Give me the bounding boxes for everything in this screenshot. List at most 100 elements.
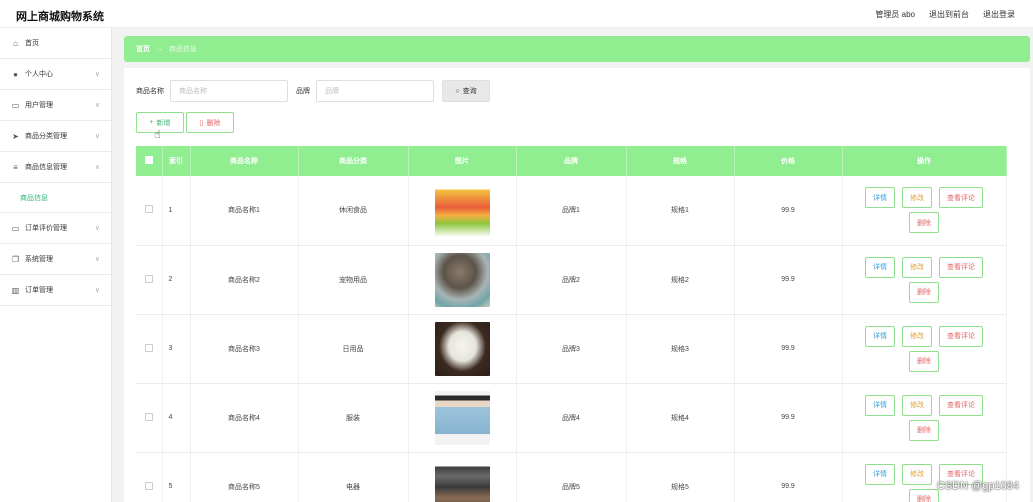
sidebar-item-label: 个人中心 [25,71,53,78]
exit-to-front-link[interactable]: 退出到前台 [929,9,969,20]
sidebar-item-product-management[interactable]: ≡ 商品信息管理 ∧ [0,152,111,183]
chevron-down-icon: ∨ [94,225,100,232]
product-name-input[interactable]: 商品名称 [170,80,288,102]
row-index: 2 [162,245,191,315]
row-price: 99.9 [734,176,843,246]
sidebar-subitem-label: 商品信息 [20,194,48,202]
row-category: 电器 [298,452,409,502]
column-header-spec[interactable]: 规格 [626,146,735,176]
sidebar-item-label: 订单管理 [25,287,53,294]
row-brand: 品牌1 [516,176,627,246]
search-button[interactable]: ○ 查询 [442,80,490,102]
select-all-cell[interactable] [136,146,163,176]
search-icon: ○ [455,87,460,95]
detail-button[interactable]: 详情 [865,463,895,485]
row-price: 99.9 [734,314,843,384]
chevron-down-icon: ∨ [94,133,100,140]
edit-button[interactable]: 修改 [902,463,932,485]
chevron-down-icon: ∨ [94,102,100,109]
row-index: 1 [162,176,191,246]
sidebar: ⌂ 首页 ● 个人中心 ∨ ▭ 用户管理 ∨ ➤ 商品分类管理 ∨ ≡ 商品信息… [0,28,112,502]
sidebar-item-order-management[interactable]: ▥ 订单管理 ∨ [0,275,111,306]
row-category: 宠物用品 [298,245,409,315]
sidebar-item-order-review-management[interactable]: ▭ 订单评价管理 ∨ [0,213,111,244]
row-product-name: 商品名称4 [190,383,299,453]
breadcrumb: 首页 → 商品信息 [124,36,1030,62]
sidebar-item-personal-center[interactable]: ● 个人中心 ∨ [0,59,111,90]
chevron-down-icon: ∨ [94,256,100,263]
delete-button[interactable]: 删除 [909,350,939,372]
row-index: 4 [162,383,191,453]
main-content: 首页 → 商品信息 商品名称 商品名称 品牌 品牌 ○ 查询 + 新增 ▯ 删除… [112,28,1033,502]
detail-button[interactable]: 详情 [865,325,895,347]
table-row: 4 商品名称4 服装 品牌4 规格4 99.9 详情 修改 查看评论 删除 [136,383,1007,453]
table-row: 1 商品名称1 休闲食品 品牌1 规格1 99.9 详情 修改 查看评论 删除 [136,176,1007,246]
select-all-checkbox[interactable] [144,156,153,164]
column-header-brand[interactable]: 品牌 [516,146,627,176]
row-spec: 规格1 [626,176,735,246]
column-header-name[interactable]: 商品名称 [190,146,299,176]
sidebar-item-system-management[interactable]: ❐ 系统管理 ∨ [0,244,111,275]
top-right-links: 管理员 abo 退出到前台 退出登录 [875,9,1015,20]
csdn-watermark: CSDN @gp1084 [936,480,1019,492]
row-brand: 品牌5 [516,452,627,502]
row-product-name: 商品名称1 [190,176,299,246]
row-checkbox[interactable] [144,481,153,490]
breadcrumb-home[interactable]: 首页 [136,44,150,54]
detail-button[interactable]: 详情 [865,187,895,209]
monitor-icon: ▭ [11,223,20,233]
row-category: 日用品 [298,314,409,384]
trash-icon: ▯ [199,119,204,127]
column-header-price[interactable]: 价格 [734,146,843,176]
row-spec: 规格2 [626,245,735,315]
row-category: 服装 [298,383,409,453]
table-row: 2 商品名称2 宠物用品 品牌2 规格2 99.9 详情 修改 查看评论 删除 [136,245,1007,315]
sidebar-subitem-product-info[interactable]: 商品信息 [0,183,111,213]
product-table: 索引 商品名称 商品分类 图片 品牌 规格 价格 操作 1 商品名称1 休闲食品 [136,146,1007,502]
row-spec: 规格4 [626,383,735,453]
product-image-pet-supplies [434,252,490,307]
row-spec: 规格3 [626,314,735,384]
row-checkbox[interactable] [144,205,153,214]
detail-button[interactable]: 详情 [865,394,895,416]
chart-icon: ▥ [11,285,20,295]
row-checkbox[interactable] [144,343,153,352]
delete-button[interactable]: 删除 [909,281,939,303]
delete-button[interactable]: 删除 [909,488,939,502]
row-checkbox[interactable] [144,274,153,283]
view-reviews-button[interactable]: 查看评论 [939,394,983,416]
product-name-label: 商品名称 [136,88,164,95]
sidebar-item-user-management[interactable]: ▭ 用户管理 ∨ [0,90,111,121]
sidebar-item-home[interactable]: ⌂ 首页 [0,28,111,59]
row-actions: 详情 修改 查看评论 删除 [859,394,989,441]
delete-button[interactable]: 删除 [909,212,939,234]
sidebar-item-label: 订单评价管理 [25,225,67,232]
sidebar-item-label: 商品信息管理 [25,164,67,171]
brand-input[interactable]: 品牌 [316,80,434,102]
edit-button[interactable]: 修改 [902,394,932,416]
detail-button[interactable]: 详情 [865,256,895,278]
delete-button[interactable]: 删除 [909,419,939,441]
column-header-actions: 操作 [842,146,1007,176]
row-price: 99.9 [734,383,843,453]
breadcrumb-current: 商品信息 [169,46,197,53]
batch-delete-button[interactable]: ▯ 删除 [186,112,234,133]
delete-button-label: 删除 [206,119,221,127]
search-button-label: 查询 [462,88,477,95]
edit-button[interactable]: 修改 [902,187,932,209]
chevron-down-icon: ∨ [94,287,100,294]
edit-button[interactable]: 修改 [902,325,932,347]
sidebar-item-category-management[interactable]: ➤ 商品分类管理 ∨ [0,121,111,152]
view-reviews-button[interactable]: 查看评论 [939,256,983,278]
edit-button[interactable]: 修改 [902,256,932,278]
view-reviews-button[interactable]: 查看评论 [939,325,983,347]
logout-link[interactable]: 退出登录 [983,9,1015,20]
view-reviews-button[interactable]: 查看评论 [939,187,983,209]
column-header-index: 索引 [162,146,191,176]
row-product-name: 商品名称3 [190,314,299,384]
column-header-category[interactable]: 商品分类 [298,146,409,176]
sidebar-item-label: 用户管理 [25,102,53,109]
row-product-name: 商品名称5 [190,452,299,502]
row-index: 3 [162,314,191,384]
row-checkbox[interactable] [144,412,153,421]
